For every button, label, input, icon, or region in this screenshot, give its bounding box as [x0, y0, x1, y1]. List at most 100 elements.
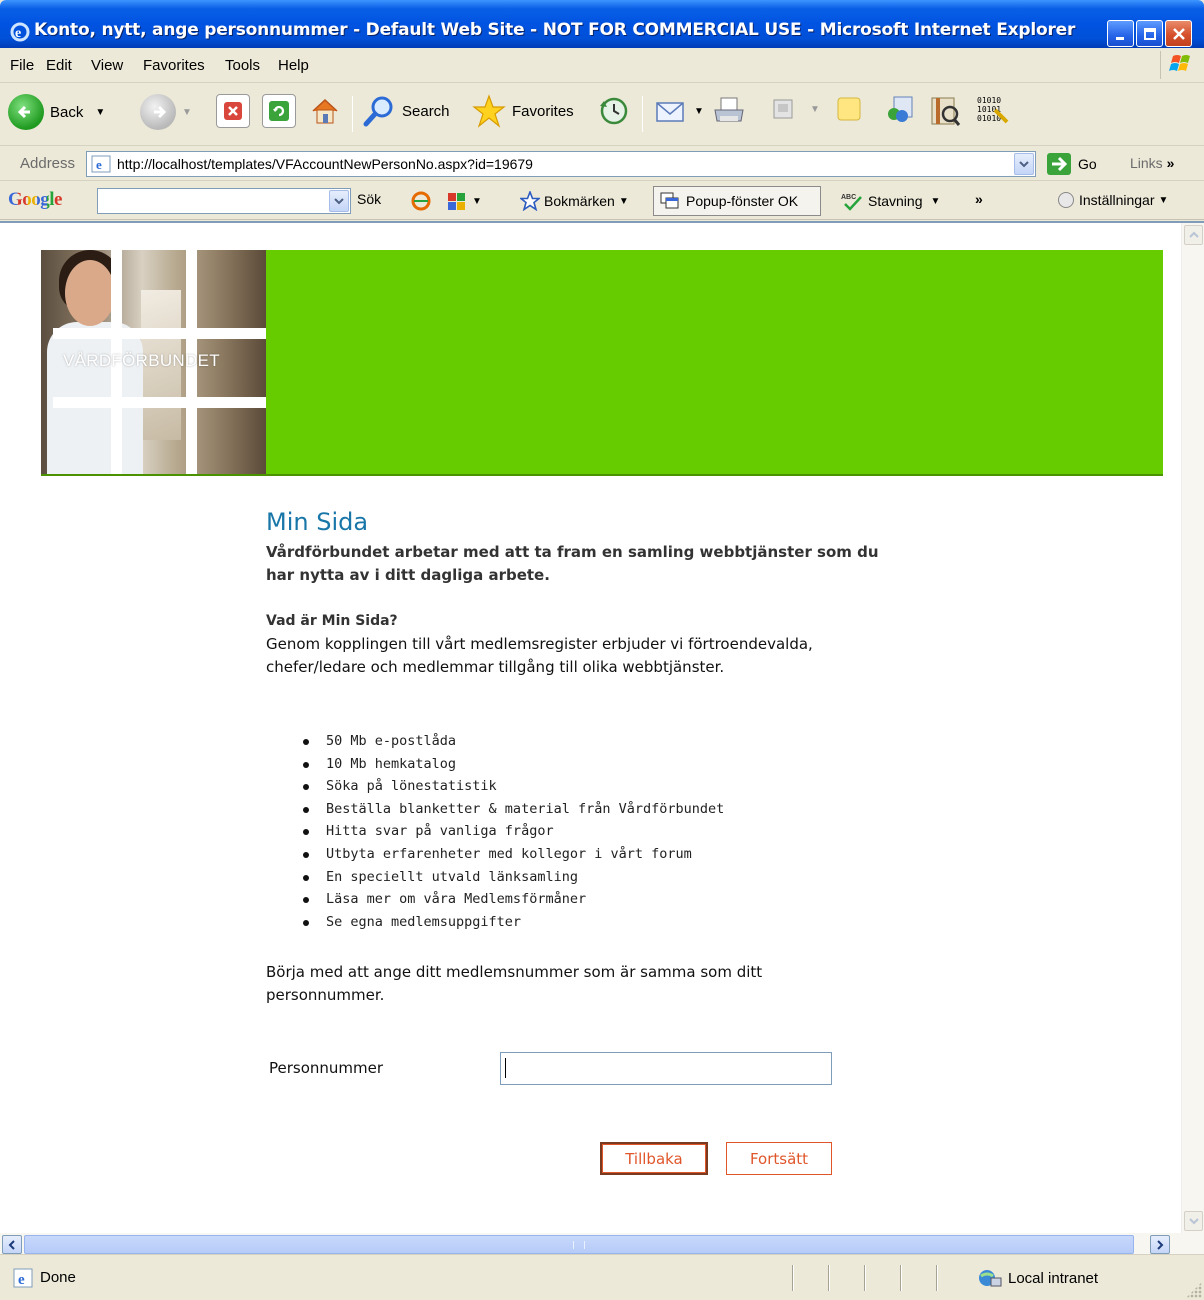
- home-button[interactable]: [308, 94, 342, 128]
- spelling-label: Stavning: [868, 193, 923, 209]
- google-search-button[interactable]: Sök: [357, 191, 381, 207]
- status-text: Done: [40, 1269, 76, 1286]
- maximize-button[interactable]: [1136, 20, 1163, 47]
- scroll-left-button[interactable]: [2, 1235, 22, 1254]
- scroll-grip: [573, 1240, 585, 1249]
- status-bar: e Done Local intranet: [0, 1254, 1204, 1300]
- settings-button[interactable]: Inställningar ▼: [1057, 191, 1168, 209]
- messenger-button[interactable]: [882, 94, 916, 128]
- google-logo-text: Google: [8, 189, 63, 210]
- vertical-scrollbar[interactable]: [1181, 223, 1204, 1233]
- mail-button[interactable]: ▼: [654, 94, 704, 128]
- google-search-label: Sök: [357, 191, 382, 207]
- windows-flag-logo: [1160, 51, 1196, 79]
- list-item: Utbyta erfarenheter med kollegor i vårt …: [300, 843, 724, 866]
- page-done-icon: e: [13, 1268, 33, 1288]
- scroll-down-button[interactable]: [1184, 1211, 1203, 1231]
- google-search-input[interactable]: [97, 188, 351, 214]
- go-button[interactable]: Go: [1046, 152, 1097, 176]
- spelling-button[interactable]: ABC Stavning ▼: [840, 191, 940, 211]
- search-icon: [363, 96, 393, 127]
- links-button[interactable]: Links »: [1130, 155, 1174, 171]
- menu-favorites[interactable]: Favorites: [143, 57, 205, 74]
- menu-tools[interactable]: Tools: [225, 57, 260, 74]
- more-tools-button[interactable]: »: [975, 191, 983, 207]
- print-icon: [714, 97, 744, 122]
- address-bar: Address e http://localhost/templates/VFA…: [0, 147, 1204, 181]
- horizontal-scroll-thumb[interactable]: [24, 1235, 1134, 1254]
- edit-page-icon: [773, 99, 793, 119]
- menu-edit[interactable]: Edit: [46, 57, 72, 74]
- discuss-button[interactable]: [834, 94, 864, 124]
- svg-text:e: e: [15, 26, 21, 41]
- search-button[interactable]: Search: [362, 94, 450, 128]
- menu-bar: File Edit View Favorites Tools Help: [0, 48, 1204, 83]
- menu-help[interactable]: Help: [278, 57, 309, 74]
- windows-flag-icon: [1169, 55, 1190, 71]
- pagerank-button[interactable]: [408, 191, 434, 211]
- history-button[interactable]: [596, 94, 630, 128]
- favorites-button[interactable]: Favorites: [472, 94, 574, 128]
- window-title: Konto, nytt, ange personnummer - Default…: [34, 20, 1076, 40]
- minimize-icon: [1115, 36, 1124, 40]
- chevron-down-icon: ▼: [1158, 194, 1169, 206]
- forward-arrow-icon: [140, 94, 176, 130]
- popup-window-icon: [660, 192, 679, 209]
- stop-button[interactable]: [216, 94, 250, 128]
- scroll-right-button[interactable]: [1150, 1235, 1170, 1254]
- status-panel: [936, 1265, 938, 1291]
- settings-label: Inställningar: [1079, 192, 1155, 208]
- page-title: Min Sida: [266, 508, 369, 536]
- print-button[interactable]: [712, 94, 746, 128]
- continue-button[interactable]: Fortsätt: [726, 1142, 832, 1175]
- horizontal-scrollbar[interactable]: [0, 1233, 1204, 1256]
- minimize-button[interactable]: [1107, 20, 1134, 47]
- messenger-icon: [888, 96, 913, 122]
- toolbar-separator: [642, 96, 643, 132]
- back-button-page[interactable]: Tillbaka: [600, 1142, 708, 1175]
- bookmarks-button[interactable]: Bokmärken ▼: [520, 191, 629, 211]
- status-panel: [792, 1265, 794, 1291]
- chevron-right-icon: »: [975, 191, 983, 207]
- question-heading: Vad är Min Sida?: [266, 613, 398, 629]
- back-button[interactable]: Back ▼: [8, 94, 105, 130]
- list-item: Se egna medlemsuppgifter: [300, 911, 724, 934]
- google-logo[interactable]: Google: [8, 189, 63, 211]
- menu-file[interactable]: File: [10, 57, 34, 74]
- personnummer-input[interactable]: [500, 1052, 832, 1085]
- address-dropdown-button[interactable]: [1014, 153, 1034, 175]
- address-input[interactable]: e http://localhost/templates/VFAccountNe…: [86, 151, 1036, 177]
- settings-circle-icon: [1058, 192, 1074, 208]
- security-zone: Local intranet: [976, 1267, 1098, 1289]
- popup-blocker-button[interactable]: Popup-fönster OK: [653, 186, 821, 216]
- resize-grip[interactable]: [1186, 1282, 1202, 1298]
- list-item: Läsa mer om våra Medlemsförmåner: [300, 888, 724, 911]
- site-banner: VÅRDFÖRBUNDET: [41, 250, 1163, 476]
- chevron-down-icon: ▼: [472, 195, 482, 207]
- popup-blocker-settings-button[interactable]: ▼: [446, 191, 482, 211]
- services-list: 50 Mb e-postlåda 10 Mb hemkatalog Söka p…: [300, 730, 724, 933]
- toolbar-separator: [352, 96, 353, 132]
- chevron-left-icon: [8, 1239, 15, 1250]
- google-search-dropdown[interactable]: [329, 190, 349, 212]
- list-item: Söka på lönestatistik: [300, 775, 724, 798]
- page-content: VÅRDFÖRBUNDET Min Sida Vårdförbundet arb…: [0, 221, 1204, 1256]
- standard-toolbar: Back ▼ ▼ Search Favorites ▼ ▼ 01010 1010…: [0, 84, 1204, 146]
- edit-dropdown-icon[interactable]: ▼: [810, 104, 820, 115]
- svg-text:e: e: [96, 157, 102, 172]
- menu-view[interactable]: View: [91, 57, 123, 74]
- binary-button[interactable]: 01010 10101 01010: [975, 94, 1009, 128]
- close-button[interactable]: [1165, 20, 1192, 47]
- research-button[interactable]: [928, 94, 962, 128]
- forward-dropdown-icon[interactable]: ▼: [182, 107, 192, 118]
- back-dropdown-icon[interactable]: ▼: [95, 107, 105, 118]
- pagerank-icon: [411, 191, 431, 211]
- favorites-star-icon: [472, 94, 506, 128]
- bookmarks-label: Bokmärken: [544, 193, 615, 209]
- scroll-up-button[interactable]: [1184, 225, 1203, 245]
- mail-dropdown-icon[interactable]: ▼: [694, 106, 704, 117]
- refresh-button[interactable]: [262, 94, 296, 128]
- forward-button[interactable]: ▼: [140, 94, 192, 130]
- edit-button[interactable]: ▼: [768, 94, 820, 124]
- search-label: Search: [402, 102, 450, 120]
